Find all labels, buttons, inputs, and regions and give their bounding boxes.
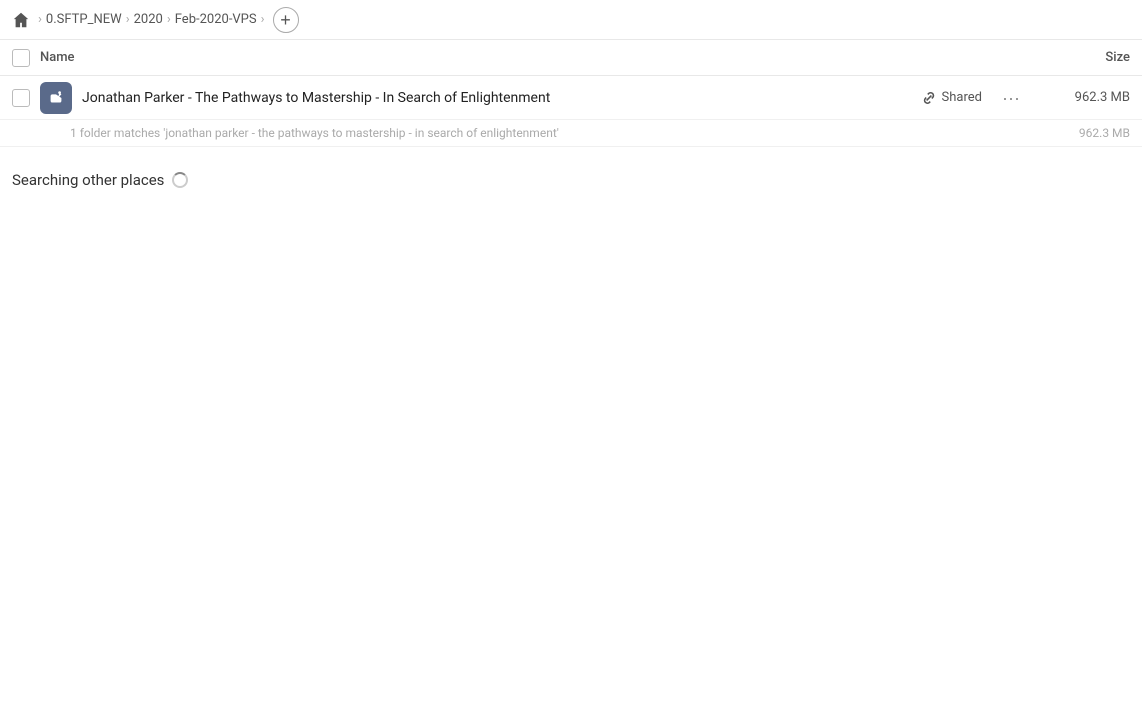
toolbar: › 0.SFTP_NEW › 2020 › Feb-2020-VPS › + [0,0,1142,40]
file-size: 962.3 MB [1040,90,1130,105]
column-header: Name Size [0,40,1142,76]
folder-link-icon [47,89,65,107]
home-icon [12,11,30,29]
select-all-checkbox[interactable] [12,49,30,67]
size-column-header: Size [1040,50,1130,65]
separator-4: › [261,12,265,27]
result-summary-size: 962.3 MB [1079,126,1130,140]
searching-section: Searching other places [0,147,1142,201]
searching-other-places-text: Searching other places [12,171,164,189]
table-row[interactable]: Jonathan Parker - The Pathways to Master… [0,76,1142,120]
breadcrumb-feb[interactable]: Feb-2020-VPS [175,12,257,27]
link-icon [921,90,937,106]
folder-icon-wrap [40,82,72,114]
add-button[interactable]: + [273,7,299,33]
separator-3: › [167,12,171,27]
more-options-button[interactable]: ··· [998,87,1024,109]
home-button[interactable] [12,11,30,29]
name-column-header: Name [40,50,1040,65]
result-summary: 1 folder matches 'jonathan parker - the … [0,120,1142,147]
shared-badge: Shared [921,90,982,106]
file-name: Jonathan Parker - The Pathways to Master… [82,90,921,106]
separator-2: › [126,12,130,27]
separator-1: › [38,12,42,27]
breadcrumb-sftp[interactable]: 0.SFTP_NEW [46,12,122,27]
breadcrumb-2020[interactable]: 2020 [134,12,163,27]
shared-label: Shared [942,90,982,105]
row-checkbox[interactable] [12,89,30,107]
loading-spinner [172,172,188,188]
result-summary-text: 1 folder matches 'jonathan parker - the … [70,126,559,140]
searching-label: Searching other places [12,171,1130,189]
